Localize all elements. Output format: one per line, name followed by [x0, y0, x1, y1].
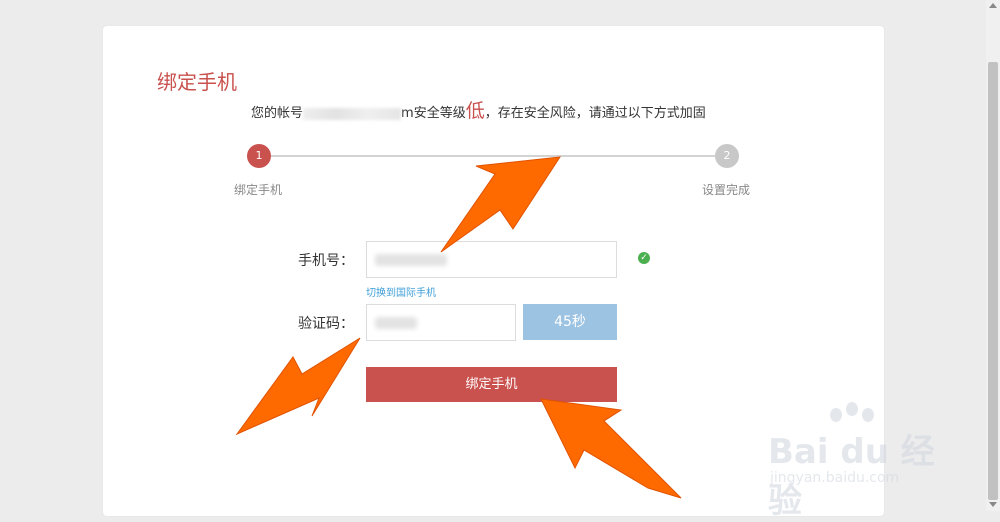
- step-progress-line: [270, 155, 716, 157]
- page-title: 绑定手机: [157, 70, 237, 94]
- step-1-label: 绑定手机: [234, 183, 283, 197]
- scrollbar-thumb[interactable]: [988, 62, 998, 500]
- notice-middle: 安全等级: [413, 106, 466, 121]
- check-icon: ✓: [638, 252, 650, 264]
- watermark-url: jingyan.baidu.com: [770, 470, 900, 486]
- step-2-indicator: 2: [715, 144, 739, 168]
- scroll-up-icon[interactable]: [989, 3, 997, 8]
- notice-suffix: ，存在安全风险，请通过以下方式加固: [484, 106, 706, 121]
- step-2-label: 设置完成: [702, 183, 751, 197]
- phone-value-masked: [375, 254, 447, 266]
- scroll-down-icon[interactable]: [989, 502, 997, 507]
- paw-toe-2: [846, 402, 858, 416]
- bind-phone-button[interactable]: 绑定手机: [366, 367, 617, 402]
- notice-prefix: 您的帐号: [251, 106, 304, 121]
- code-value-masked: [375, 317, 417, 329]
- scrollbar[interactable]: [986, 0, 1000, 511]
- switch-international-link[interactable]: 切换到国际手机: [366, 284, 436, 299]
- security-level: 低: [465, 100, 485, 122]
- step-1-indicator: 1: [247, 144, 271, 168]
- masked-account: [303, 107, 402, 120]
- security-notice: 您的帐号 m安全等级低，存在安全风险，请通过以下方式加固: [251, 100, 706, 125]
- resend-countdown-button[interactable]: 45秒: [523, 304, 617, 340]
- code-label: 验证码：: [298, 316, 354, 332]
- notice-masked-suffix: m: [401, 106, 414, 121]
- paw-toe-1: [830, 408, 842, 422]
- phone-label: 手机号：: [298, 253, 354, 269]
- paw-toe-3: [862, 408, 874, 422]
- watermark: Bai du 经验 jingyan.baidu.com: [768, 400, 958, 521]
